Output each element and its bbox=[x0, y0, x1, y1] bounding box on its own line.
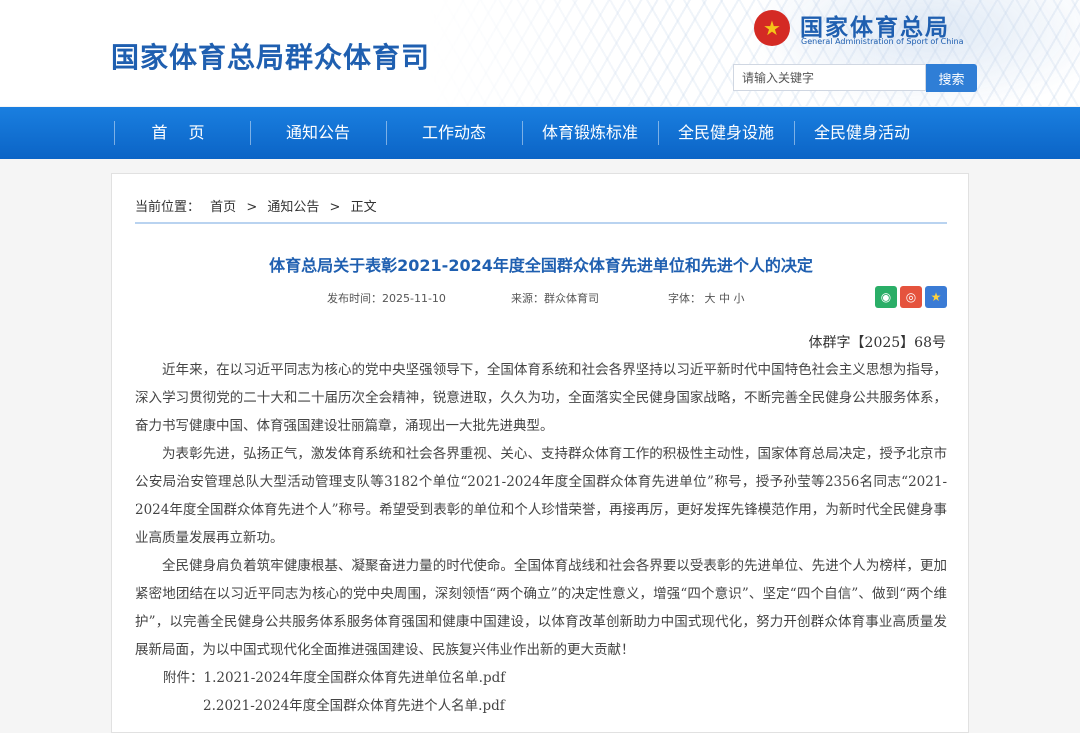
font-size-label: 字体： bbox=[668, 292, 701, 305]
attachment-link[interactable]: 1.2021-2024年度全国群众体育先进单位名单.pdf bbox=[204, 670, 506, 686]
article-container: 当前位置： 首页 > 通知公告 > 正文 体育总局关于表彰2021-2024年度… bbox=[111, 173, 969, 733]
weibo-icon[interactable]: ◎ bbox=[900, 286, 922, 308]
breadcrumb-home-link[interactable]: 首页 bbox=[210, 200, 236, 215]
site-header: 国家体育总局群众体育司 ★ 国家体育总局 General Administrat… bbox=[0, 0, 1080, 106]
article-title: 体育总局关于表彰2021-2024年度全国群众体育先进单位和先进个人的决定 bbox=[269, 256, 813, 275]
search-button[interactable]: 搜索 bbox=[926, 64, 977, 92]
main-nav: 首 页 通知公告 工作动态 体育锻炼标准 全民健身设施 全民健身活动 bbox=[0, 107, 1080, 159]
article-source: 来源：群众体育司 bbox=[511, 292, 599, 305]
breadcrumb-current: 正文 bbox=[350, 200, 377, 215]
font-size-small[interactable]: 小 bbox=[734, 292, 745, 305]
font-size-controls: 字体： 大 中 小 bbox=[668, 290, 745, 306]
attachment-link[interactable]: 2.2021-2024年度全国群众体育先进个人名单.pdf bbox=[203, 698, 505, 714]
nav-item-fitness-activities[interactable]: 全民健身活动 bbox=[794, 107, 930, 159]
breadcrumb-separator: > bbox=[246, 200, 258, 215]
font-size-large[interactable]: 大 bbox=[705, 292, 716, 305]
brand-name-english: General Administration of Sport of China bbox=[801, 37, 964, 46]
article-body: 近年来，在以习近平同志为核心的党中央坚强领导下，全国体育系统和社会各界坚持以习近… bbox=[135, 356, 947, 720]
search-input[interactable] bbox=[733, 64, 926, 91]
nav-item-notices[interactable]: 通知公告 bbox=[250, 107, 386, 159]
article-paragraph: 全民健身肩负着筑牢健康根基、凝聚奋进力量的时代使命。全国体育战线和社会各界要以受… bbox=[135, 558, 947, 658]
wechat-icon[interactable]: ◉ bbox=[875, 286, 897, 308]
article-paragraph: 为表彰先进，弘扬正气，激发体育系统和社会各界重视、关心、支持群众体育工作的积极性… bbox=[135, 446, 947, 546]
breadcrumb-label: 当前位置： bbox=[135, 200, 201, 215]
font-size-medium[interactable]: 中 bbox=[719, 292, 730, 305]
site-title[interactable]: 国家体育总局群众体育司 bbox=[111, 36, 430, 76]
favorite-star-icon[interactable]: ★ bbox=[925, 286, 947, 308]
breadcrumb-section-link[interactable]: 通知公告 bbox=[267, 200, 319, 215]
national-emblem-icon: ★ bbox=[754, 10, 790, 46]
attachment-row: 附件：1.2021-2024年度全国群众体育先进单位名单.pdf bbox=[135, 664, 947, 692]
publish-time: 发布时间：2025-11-10 bbox=[327, 292, 446, 305]
nav-item-fitness-facilities[interactable]: 全民健身设施 bbox=[658, 107, 794, 159]
nav-item-fitness-standards[interactable]: 体育锻炼标准 bbox=[522, 107, 658, 159]
breadcrumb: 当前位置： 首页 > 通知公告 > 正文 bbox=[135, 196, 947, 224]
document-number: 体群字【2025】68号 bbox=[808, 335, 946, 351]
attachment-label: 附件： bbox=[163, 670, 204, 686]
nav-item-work-news[interactable]: 工作动态 bbox=[386, 107, 522, 159]
article-paragraph: 近年来，在以习近平同志为核心的党中央坚强领导下，全国体育系统和社会各界坚持以习近… bbox=[135, 362, 947, 434]
nav-item-home[interactable]: 首 页 bbox=[114, 107, 250, 159]
breadcrumb-separator: > bbox=[329, 200, 341, 215]
attachment-row: 2.2021-2024年度全国群众体育先进个人名单.pdf bbox=[135, 692, 947, 720]
